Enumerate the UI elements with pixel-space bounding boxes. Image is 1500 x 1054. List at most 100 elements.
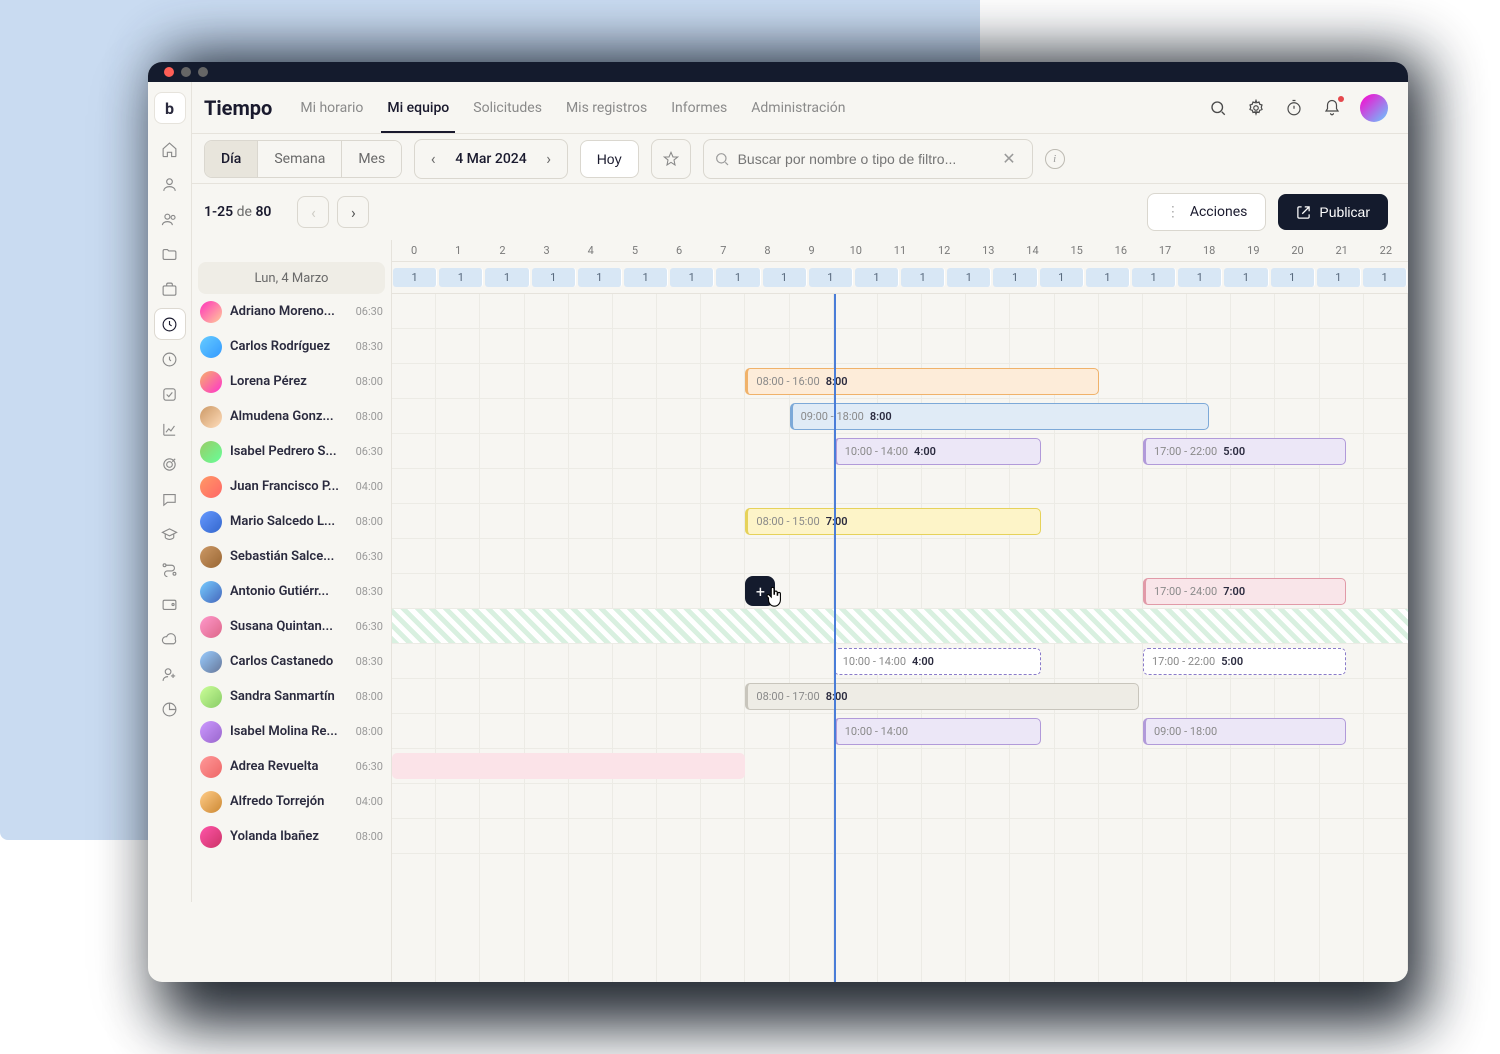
shift-block[interactable]: 17:00 - 22:005:00 xyxy=(1143,648,1346,675)
clock-icon[interactable] xyxy=(154,308,186,340)
wallet-icon[interactable] xyxy=(154,588,186,620)
timeline-row[interactable] xyxy=(392,469,1408,504)
folder-icon[interactable] xyxy=(154,238,186,270)
shift-block[interactable]: 08:00 - 15:007:00 xyxy=(745,508,1041,535)
employee-row[interactable]: Isabel Molina Re... 08:00 xyxy=(192,714,391,749)
timeline-row[interactable]: 17:00 - 24:007:00 + xyxy=(392,574,1408,609)
tab-mi-horario[interactable]: Mi horario xyxy=(300,84,363,132)
minimize-dot-icon[interactable] xyxy=(181,67,191,77)
employee-row[interactable]: Mario Salcedo L... 08:00 xyxy=(192,504,391,539)
timeline-row[interactable] xyxy=(392,784,1408,819)
search-input-icon xyxy=(714,151,730,167)
tab-solicitudes[interactable]: Solicitudes xyxy=(473,84,542,132)
absence-block[interactable] xyxy=(392,753,745,779)
employee-row[interactable]: Sebastián Salce... 06:30 xyxy=(192,539,391,574)
favorite-button[interactable] xyxy=(651,139,691,179)
timeline-row[interactable] xyxy=(392,749,1408,784)
timeline-row[interactable]: 08:00 - 16:008:00 xyxy=(392,364,1408,399)
shift-block[interactable]: 09:00 - 18:00 xyxy=(1143,718,1346,745)
clear-search-icon[interactable]: ✕ xyxy=(996,149,1021,168)
briefcase-icon[interactable] xyxy=(154,273,186,305)
next-day-button[interactable]: › xyxy=(537,149,561,168)
shift-block[interactable]: 17:00 - 22:005:00 xyxy=(1143,438,1346,465)
profile-avatar[interactable] xyxy=(1360,94,1388,122)
home-icon[interactable] xyxy=(154,133,186,165)
shift-block[interactable]: 10:00 - 14:004:00 xyxy=(834,438,1042,465)
shift-block[interactable]: 08:00 - 17:008:00 xyxy=(745,683,1138,710)
employee-row[interactable]: Lorena Pérez 08:00 xyxy=(192,364,391,399)
timeline-row[interactable]: 10:00 - 14:004:00 17:00 - 22:005:00 xyxy=(392,434,1408,469)
close-dot-icon[interactable] xyxy=(164,67,174,77)
employee-row[interactable]: Alfredo Torrejón 04:00 xyxy=(192,784,391,819)
brand-title: Tiempo xyxy=(204,96,272,120)
hour-count: 1 xyxy=(763,268,807,287)
tab-administración[interactable]: Administración xyxy=(751,84,845,132)
check-square-icon[interactable] xyxy=(154,378,186,410)
info-icon[interactable]: i xyxy=(1045,149,1065,169)
left-sidebar: b xyxy=(148,82,192,902)
chart-icon[interactable] xyxy=(154,413,186,445)
view-semana[interactable]: Semana xyxy=(257,141,341,177)
avatar xyxy=(200,721,222,743)
shift-block[interactable]: 10:00 - 14:004:00 xyxy=(834,648,1042,675)
employee-row[interactable]: Adrea Revuelta 06:30 xyxy=(192,749,391,784)
route-icon[interactable] xyxy=(154,553,186,585)
shift-block[interactable]: 17:00 - 24:007:00 xyxy=(1143,578,1346,605)
maximize-dot-icon[interactable] xyxy=(198,67,208,77)
employee-row[interactable]: Antonio Gutiérr... 08:30 xyxy=(192,574,391,609)
search-input[interactable] xyxy=(738,151,997,167)
employee-row[interactable]: Susana Quintan... 06:30 xyxy=(192,609,391,644)
tab-mi-equipo[interactable]: Mi equipo xyxy=(387,84,449,132)
timeline-row[interactable]: 10:00 - 14:00 09:00 - 18:00 xyxy=(392,714,1408,749)
target-icon[interactable] xyxy=(154,448,186,480)
user-icon[interactable] xyxy=(154,168,186,200)
shift-block[interactable]: 10:00 - 14:00 xyxy=(834,718,1042,745)
history-icon[interactable] xyxy=(154,343,186,375)
pie-icon[interactable] xyxy=(154,693,186,725)
shift-block[interactable]: 09:00 - 18:008:00 xyxy=(790,403,1210,430)
today-button[interactable]: Hoy xyxy=(580,140,639,178)
window-titlebar xyxy=(148,62,1408,82)
cloud-icon[interactable] xyxy=(154,623,186,655)
bell-icon[interactable] xyxy=(1322,98,1342,118)
employee-row[interactable]: Sandra Sanmartín 08:00 xyxy=(192,679,391,714)
message-icon[interactable] xyxy=(154,483,186,515)
timeline-row[interactable]: 10:00 - 14:004:00 17:00 - 22:005:00 xyxy=(392,644,1408,679)
user-add-icon[interactable] xyxy=(154,658,186,690)
shift-block[interactable]: 08:00 - 16:008:00 xyxy=(745,368,1098,395)
timeline-row[interactable] xyxy=(392,294,1408,329)
view-día[interactable]: Día xyxy=(205,141,257,177)
tab-mis-registros[interactable]: Mis registros xyxy=(566,84,647,132)
timeline-row[interactable] xyxy=(392,819,1408,854)
search-box[interactable]: ✕ xyxy=(703,139,1033,179)
timeline-row[interactable] xyxy=(392,609,1408,644)
add-shift-button[interactable]: + xyxy=(745,576,775,606)
employee-row[interactable]: Juan Francisco P... 04:00 xyxy=(192,469,391,504)
prev-page-button[interactable]: ‹ xyxy=(297,196,329,228)
employee-row[interactable]: Yolanda Ibañez 08:00 xyxy=(192,819,391,854)
actions-button[interactable]: ⋮ Acciones xyxy=(1147,193,1267,231)
tab-informes[interactable]: Informes xyxy=(671,84,727,132)
employee-row[interactable]: Carlos Castanedo 08:30 xyxy=(192,644,391,679)
employee-row[interactable]: Carlos Rodríguez 08:30 xyxy=(192,329,391,364)
employee-row[interactable]: Almudena Gonz... 08:00 xyxy=(192,399,391,434)
grid-wrap: Lun, 4 Marzo Adriano Moreno... 06:30 Car… xyxy=(192,240,1408,982)
app-logo-icon[interactable]: b xyxy=(154,92,186,124)
next-page-button[interactable]: › xyxy=(337,196,369,228)
view-mes[interactable]: Mes xyxy=(341,141,401,177)
gear-icon[interactable] xyxy=(1246,98,1266,118)
users-icon[interactable] xyxy=(154,203,186,235)
timeline-row[interactable]: 08:00 - 17:008:00 xyxy=(392,679,1408,714)
publish-button[interactable]: Publicar xyxy=(1278,194,1388,230)
graduation-icon[interactable] xyxy=(154,518,186,550)
timeline-row[interactable] xyxy=(392,329,1408,364)
timeline-row[interactable] xyxy=(392,539,1408,574)
search-icon[interactable] xyxy=(1208,98,1228,118)
timeline-row[interactable]: 08:00 - 15:007:00 xyxy=(392,504,1408,539)
shift-duration: 4:00 xyxy=(914,445,936,458)
prev-day-button[interactable]: ‹ xyxy=(421,149,445,168)
timeline-row[interactable]: 09:00 - 18:008:00 xyxy=(392,399,1408,434)
employee-row[interactable]: Adriano Moreno... 06:30 xyxy=(192,294,391,329)
employee-row[interactable]: Isabel Pedrero S... 06:30 xyxy=(192,434,391,469)
stopwatch-icon[interactable] xyxy=(1284,98,1304,118)
